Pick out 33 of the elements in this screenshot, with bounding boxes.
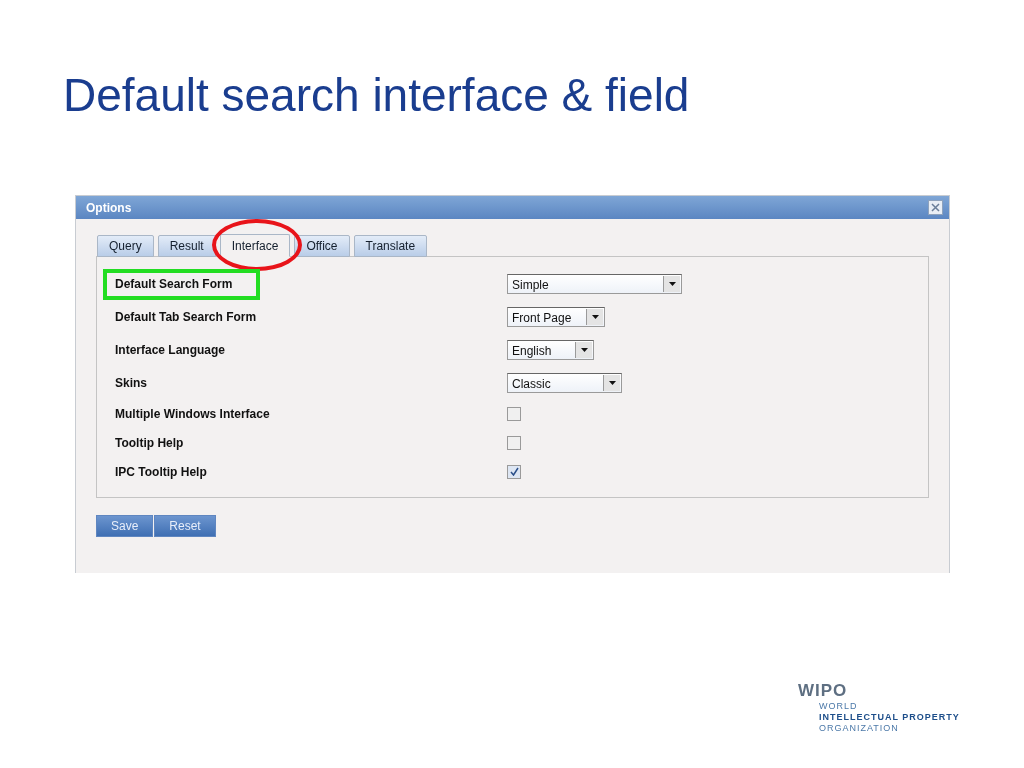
tab[interactable]: Interface (219, 234, 291, 257)
setting-label: Interface Language (115, 342, 226, 357)
check-icon (509, 467, 519, 476)
slide-title: Default search interface & field (63, 68, 690, 122)
dropdown[interactable]: Classic (507, 372, 622, 393)
logo-text: ORGANIZATION (819, 723, 900, 734)
setting-label: Tooltip Help (115, 435, 184, 450)
caret-icon (580, 347, 588, 352)
close-button[interactable] (928, 200, 943, 215)
setting-label: IPC Tooltip Help (115, 464, 207, 479)
tab[interactable]: Result (157, 235, 216, 257)
logo-text: INTELLECTUAL PROPERTY (819, 712, 960, 723)
checkbox[interactable] (507, 406, 521, 421)
checkbox[interactable] (507, 464, 521, 479)
setting-label: Skins (115, 375, 147, 390)
caret-icon (591, 314, 599, 319)
caret-icon (668, 281, 676, 286)
tab[interactable]: Translate (353, 235, 428, 257)
dropdown[interactable]: Simple (507, 273, 682, 294)
setting-label: Default Search Form (115, 276, 233, 291)
dropdown[interactable]: Front Page (507, 306, 605, 327)
tab[interactable]: Office (294, 235, 350, 257)
caret-icon (608, 380, 616, 385)
setting-label: Multiple Windows Interface (115, 406, 270, 421)
save-button[interactable]: Save (96, 515, 154, 537)
close-icon (931, 203, 940, 212)
logo-wordmark: WIPO (798, 681, 849, 701)
setting-label: Default Tab Search Form (115, 309, 257, 324)
logo-text: WORLD (819, 701, 859, 712)
tab[interactable]: Query (97, 235, 154, 257)
checkbox[interactable] (507, 435, 521, 450)
dropdown[interactable]: English (507, 339, 594, 360)
dialog-title: Options (86, 200, 132, 215)
